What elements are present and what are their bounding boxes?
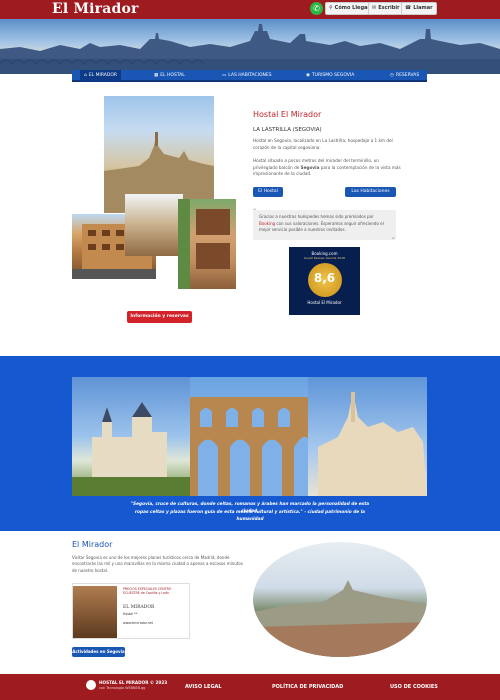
nav-item-turismo-segovia[interactable]: ◉ TURISMO SEGOVIA	[306, 70, 354, 82]
whatsapp-icon[interactable]: ✆	[310, 2, 323, 15]
nav-item-habitaciones[interactable]: ▭ LAS HABITACIONES	[222, 70, 272, 82]
mirador-view-oval-photo	[253, 542, 427, 657]
clock-icon: ◷	[390, 73, 394, 78]
balcony-photo	[178, 199, 236, 289]
las-habitaciones-button[interactable]: Las Habitaciones	[345, 187, 396, 197]
alcazar-shape	[72, 402, 190, 496]
llamar-button[interactable]: ☎ Llamar	[401, 2, 437, 15]
open-quote-icon: “	[253, 208, 257, 215]
main-nav: ⌂ EL MIRADOR ▦ EL HOSTAL ▭ LAS HABITACIONES…	[72, 70, 427, 82]
segovia-quote-line2: ropas celtas y plazas fueron guía de est…	[134, 510, 366, 522]
cathedral-shape	[318, 392, 427, 496]
mail-icon: ✉	[372, 5, 377, 11]
actividades-segovia-button[interactable]: Actividades en Segovia	[72, 647, 125, 657]
aviso-legal-link[interactable]: AVISO LEGAL	[185, 684, 222, 690]
site-logo[interactable]: El Mirador	[52, 1, 139, 17]
hostal-location: LA LASTRILLA (SEGOVIA)	[253, 127, 322, 133]
hostal-mirador-text: Hostal situado a pocos metros del mirado…	[253, 158, 401, 176]
mirador-text: Visitar Segovia es uno de los mejores pl…	[72, 555, 243, 573]
terrace-photo	[125, 194, 183, 256]
camera-icon: ◉	[306, 73, 310, 78]
alcazar-photo	[72, 377, 190, 496]
hostal-title: Hostal El Mirador	[253, 110, 322, 119]
el-hostal-button[interactable]: El Hostal	[253, 187, 283, 197]
mirador-title: El Mirador	[72, 540, 113, 549]
privacidad-link[interactable]: POLÍTICA DE PRIVACIDAD	[272, 684, 343, 690]
close-quote-icon: ”	[391, 236, 395, 244]
nav-item-reservas[interactable]: ◷ RESERVAS	[390, 70, 419, 82]
booking-award-badge: Booking.com Guest Review Awards 2018 8,6…	[289, 247, 360, 315]
cathedral-photo	[308, 377, 427, 496]
phone-icon: ☎	[405, 5, 412, 11]
home-icon: ⌂	[84, 73, 87, 78]
city-view-shape	[253, 580, 427, 657]
balcony-shape	[178, 199, 230, 289]
aqueduct-shape	[190, 397, 308, 496]
segovia-skyline-banner	[0, 19, 500, 74]
bed-icon: ▭	[222, 73, 227, 78]
skyline-silhouette	[0, 24, 500, 74]
info-reservas-button[interactable]: Información y reservas	[127, 311, 192, 323]
escribir-button[interactable]: ✉ Escribir	[368, 2, 404, 15]
como-llegar-button[interactable]: ⚲ Cómo Llegar	[325, 2, 374, 15]
footer-logo-icon	[86, 680, 96, 690]
horse-rider-image	[73, 586, 117, 638]
aqueduct-photo	[190, 377, 308, 496]
footer-credit[interactable]: con Tecnología WEBNEB.gg	[99, 686, 145, 690]
map-pin-icon: ⚲	[329, 5, 333, 11]
hostal-intro-text: Hostal en Segovia, localizado en La Last…	[253, 138, 393, 150]
booking-quote: “ Gracias a nuestros huéspedes hemos sid…	[253, 208, 396, 244]
building-icon: ▦	[154, 73, 159, 78]
award-score: 8,6	[307, 263, 342, 297]
equestrian-center-ad[interactable]: PRECIOS ESPECIALES CENTRO ECUESTRE de Ca…	[72, 583, 190, 639]
nav-item-el-hostal[interactable]: ▦ EL HOSTAL	[154, 70, 185, 82]
cookies-link[interactable]: USO DE COOKIES	[390, 684, 438, 690]
nav-item-el-mirador[interactable]: ⌂ EL MIRADOR	[80, 70, 122, 82]
